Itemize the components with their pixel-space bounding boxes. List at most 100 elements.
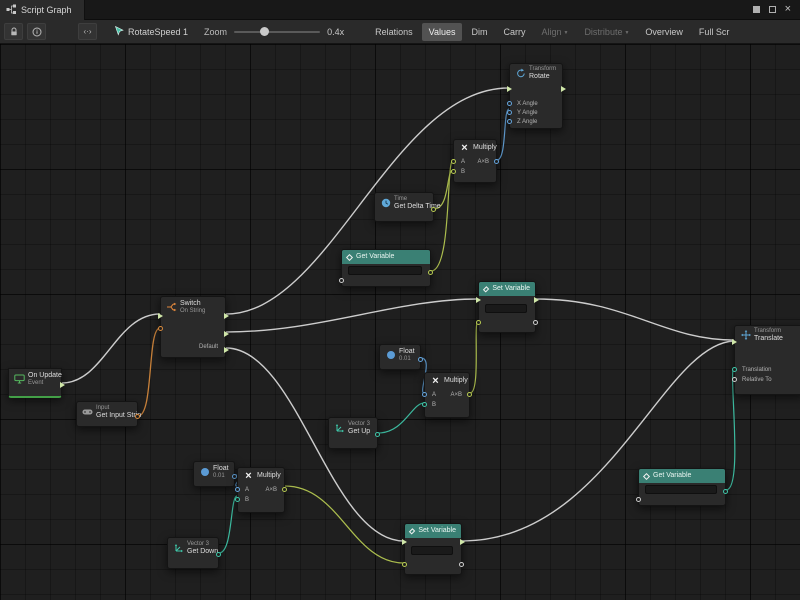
port-value-in[interactable] <box>476 320 481 325</box>
port-value-in[interactable] <box>402 562 407 567</box>
port-label-result: A×B <box>265 487 277 493</box>
port-relative-in[interactable] <box>732 377 737 382</box>
port-a-in[interactable] <box>422 392 427 397</box>
node-get-variable-right[interactable]: Get Variable <box>638 468 726 506</box>
port-flow-out-default[interactable] <box>224 347 229 353</box>
port-float-out[interactable] <box>431 207 436 212</box>
node-title: Float <box>399 348 415 356</box>
distribute-dropdown[interactable]: Distribute▼ <box>577 23 636 41</box>
node-float-bottom[interactable]: Float 0.01 <box>193 461 235 487</box>
node-title: Multiply <box>257 472 281 480</box>
port-label-a: A <box>432 392 436 398</box>
wire-value-vector3up-to-multiply[interactable] <box>378 403 424 433</box>
node-float-mid[interactable]: Float 0.01 <box>379 344 421 370</box>
port-flow-out-1[interactable] <box>224 313 229 319</box>
window-controls: × <box>753 4 800 15</box>
relations-button[interactable]: Relations <box>368 23 420 41</box>
port-result-out[interactable] <box>494 159 499 164</box>
port-flow-out[interactable] <box>534 297 539 303</box>
port-value-out[interactable] <box>533 320 538 325</box>
wire-flow-setvar-mid-to-translate[interactable] <box>536 299 734 340</box>
port-flow-out[interactable] <box>60 382 65 388</box>
port-b-in[interactable] <box>451 169 456 174</box>
node-vector3-get-up[interactable]: Vector 3 Get Up <box>328 417 378 449</box>
overview-button[interactable]: Overview <box>638 23 690 41</box>
node-multiply-top[interactable]: × Multiply A A×B B <box>453 139 497 183</box>
wire-string-input-to-switch[interactable] <box>138 328 160 416</box>
wire-value-multiply-to-setvar-mid[interactable] <box>470 321 478 393</box>
node-get-delta-time[interactable]: Time Get Delta Time <box>374 192 434 222</box>
node-multiply-bottom[interactable]: × Multiply A A×B B <box>237 467 285 513</box>
window-close-icon[interactable]: × <box>785 4 791 15</box>
gamepad-icon <box>82 407 93 418</box>
zoom-slider-thumb[interactable] <box>260 27 269 36</box>
node-switch-on-string[interactable]: Switch On String Default <box>160 296 226 358</box>
align-dropdown[interactable]: Align▼ <box>534 23 575 41</box>
port-float-out[interactable] <box>418 357 423 362</box>
port-y-in[interactable] <box>507 110 512 115</box>
zoom-slider[interactable] <box>234 25 320 39</box>
script-machine-cursor-icon <box>113 26 124 37</box>
port-flow-out-2[interactable] <box>224 331 229 337</box>
port-name-in[interactable] <box>636 497 641 502</box>
carry-button[interactable]: Carry <box>496 23 532 41</box>
port-result-out[interactable] <box>282 487 287 492</box>
port-b-in[interactable] <box>235 497 240 502</box>
port-translation-in[interactable] <box>732 367 737 372</box>
graph-canvas[interactable]: On Update Event Input Get Input Strin Sw… <box>0 44 800 600</box>
port-vector-out[interactable] <box>216 552 221 557</box>
fullscreen-button[interactable]: Full Scr <box>692 23 737 41</box>
graph-breadcrumb[interactable]: RotateSpeed 1 <box>113 26 188 37</box>
port-result-out[interactable] <box>467 392 472 397</box>
port-flow-out[interactable] <box>561 86 566 92</box>
port-value-out[interactable] <box>723 489 728 494</box>
node-set-variable-mid[interactable]: Set Variable <box>478 281 536 333</box>
port-b-in[interactable] <box>422 402 427 407</box>
port-name-in[interactable] <box>339 278 344 283</box>
wire-flow-update-to-switch[interactable] <box>62 314 160 383</box>
variable-name-field[interactable] <box>411 546 453 555</box>
dim-button[interactable]: Dim <box>464 23 494 41</box>
wire-value-getvar-to-multiply[interactable] <box>431 160 453 271</box>
wire-value-multiply-to-rotate[interactable] <box>497 109 509 160</box>
port-z-in[interactable] <box>507 119 512 124</box>
port-flow-in[interactable] <box>476 297 481 303</box>
port-value-out[interactable] <box>459 562 464 567</box>
code-toggle-button[interactable]: ‹·› <box>78 23 97 40</box>
node-multiply-mid[interactable]: × Multiply A A×B B <box>424 372 470 418</box>
node-rotate[interactable]: Transform Rotate X Angle Y Angle Z Angle <box>509 63 563 129</box>
variable-icon <box>483 286 490 293</box>
port-string-out[interactable] <box>135 414 140 419</box>
port-flow-in[interactable] <box>158 313 163 319</box>
port-vector-out[interactable] <box>375 432 380 437</box>
port-flow-in[interactable] <box>402 539 407 545</box>
variable-name-field[interactable] <box>645 485 717 494</box>
node-get-variable-top[interactable]: Get Variable <box>341 249 431 287</box>
info-button[interactable] <box>27 23 46 40</box>
tab-script-graph[interactable]: Script Graph <box>0 0 85 20</box>
wire-value-vector3down-to-multiply[interactable] <box>219 496 237 553</box>
variable-name-field[interactable] <box>485 304 527 313</box>
values-button[interactable]: Values <box>422 23 463 41</box>
lock-button[interactable] <box>4 23 23 40</box>
port-a-in[interactable] <box>451 159 456 164</box>
port-x-in[interactable] <box>507 101 512 106</box>
node-vector3-get-down[interactable]: Vector 3 Get Down <box>167 537 219 569</box>
zoom-label: Zoom <box>204 27 227 37</box>
port-value-out[interactable] <box>428 270 433 275</box>
port-a-in[interactable] <box>235 487 240 492</box>
port-flow-in[interactable] <box>507 86 512 92</box>
port-string-in[interactable] <box>158 326 163 331</box>
window-maximize-icon[interactable] <box>769 6 776 13</box>
node-translate[interactable]: Transform Translate Translation Relative… <box>734 325 800 395</box>
port-flow-in[interactable] <box>732 339 737 345</box>
wire-flow-setvar-bottom-to-translate[interactable] <box>462 341 734 541</box>
node-get-input[interactable]: Input Get Input Strin <box>76 401 138 427</box>
window-menu-icon[interactable] <box>753 6 760 13</box>
graph-toolbar: ‹·› RotateSpeed 1 Zoom 0.4x Relations Va… <box>0 20 800 44</box>
node-on-update[interactable]: On Update Event <box>8 368 62 398</box>
variable-name-field[interactable] <box>348 266 422 275</box>
node-set-variable-bottom[interactable]: Set Variable <box>404 523 462 575</box>
port-flow-out[interactable] <box>460 539 465 545</box>
tab-title: Script Graph <box>21 5 72 15</box>
